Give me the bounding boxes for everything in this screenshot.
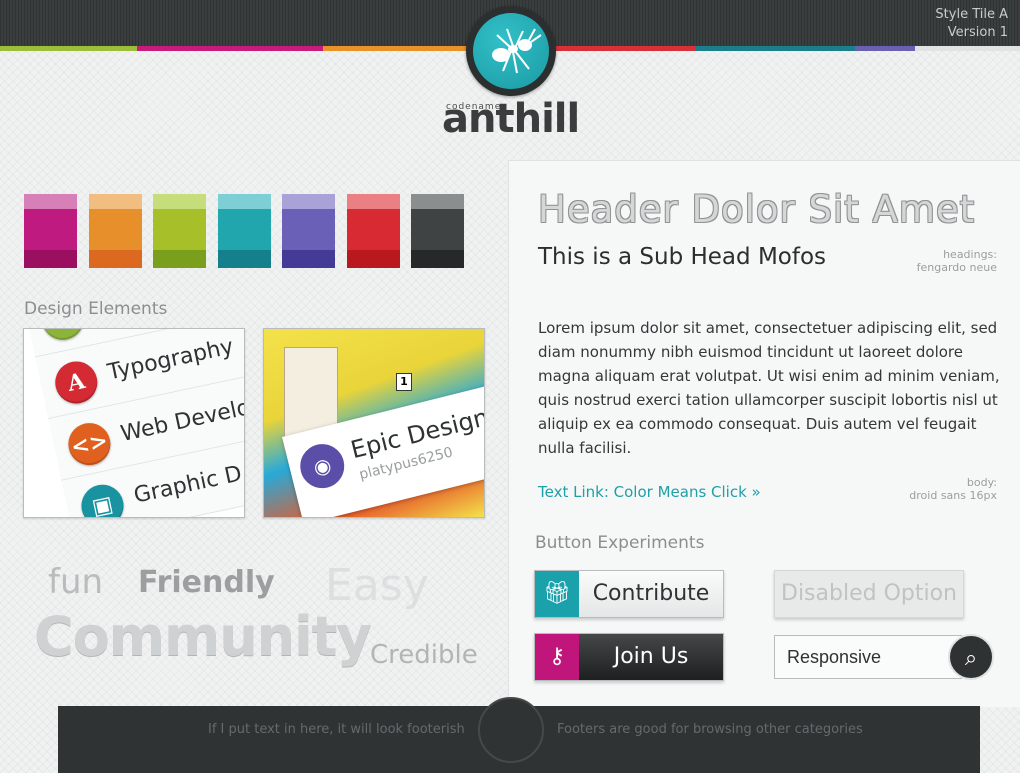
- tile-version: Version 1: [947, 25, 1008, 40]
- color-swatches: [24, 194, 476, 268]
- body-note-font: droid sans 16px: [909, 489, 997, 502]
- word-easy: Easy: [325, 560, 429, 611]
- typography-icon: A: [51, 357, 102, 408]
- swatch-shade: [346, 194, 400, 209]
- swatch-shade: [24, 194, 77, 209]
- word-friendly: Friendly: [138, 565, 275, 600]
- swatch-shade: [217, 194, 271, 209]
- headings-note: headings: fengardo neue: [917, 248, 997, 274]
- map-marker-badge: 1: [396, 373, 412, 391]
- swatch-shade: [282, 194, 335, 209]
- disabled-option-label: Disabled Option: [781, 581, 957, 606]
- swatch-shade: [282, 250, 335, 268]
- search-button[interactable]: ⌕: [948, 634, 994, 680]
- camera-icon: ◉: [295, 439, 349, 493]
- swatch-shade: [217, 250, 271, 268]
- button-experiments-title: Button Experiments: [535, 533, 705, 553]
- gift-icon: 🎁︎: [535, 571, 579, 617]
- color-swatch: [346, 194, 400, 268]
- menu-thumbnail: A Typography <> Web Develo ▣ Graphic D: [23, 328, 245, 518]
- menu-item-label: Graphic D: [131, 461, 245, 509]
- body-note-label: body:: [966, 476, 997, 489]
- contribute-label: Contribute: [592, 581, 710, 606]
- swatch-shade: [282, 209, 335, 250]
- color-swatch: [217, 194, 271, 268]
- word-credible: Credible: [370, 640, 478, 670]
- stripe-segment: [855, 46, 915, 51]
- stripe-segment: [553, 46, 695, 51]
- headings-note-font: fengardo neue: [916, 261, 997, 274]
- sample-text-link[interactable]: Text Link: Color Means Click »: [538, 483, 761, 501]
- color-swatch: [282, 194, 335, 268]
- footer-ant-icon[interactable]: [478, 697, 544, 763]
- swatch-shade: [153, 250, 206, 268]
- swatch-shade: [346, 250, 400, 268]
- contribute-button[interactable]: 🎁︎ Contribute: [534, 570, 724, 618]
- search-icon: ⌕: [964, 646, 978, 671]
- stripe-segment: [137, 46, 323, 51]
- swatch-shade: [153, 194, 206, 209]
- game-thumbnail: 1 ◉ Epic Design T platypus6250: [263, 328, 485, 518]
- style-tile-label: Style Tile A Version 1: [935, 6, 1008, 42]
- swatch-shade: [88, 209, 142, 250]
- sample-body-text: Lorem ipsum dolor sit amet, consectetuer…: [538, 319, 1000, 457]
- swatch-shade: [153, 209, 206, 250]
- color-swatch: [411, 194, 464, 268]
- swatch-shade: [346, 209, 400, 250]
- code-icon: <>: [64, 419, 115, 469]
- sample-header: Header Dolor Sit Amet: [538, 188, 976, 231]
- color-swatch: [153, 194, 206, 268]
- join-us-label: Join Us: [579, 634, 723, 680]
- tile-name: Style Tile A: [935, 7, 1008, 22]
- stripe-segment: [695, 46, 855, 51]
- disabled-option-button: Disabled Option: [774, 570, 964, 618]
- swatch-shade: [88, 194, 142, 209]
- word-community: Community: [34, 605, 372, 668]
- logo-badge[interactable]: [466, 6, 556, 96]
- ant-icon: [473, 13, 549, 89]
- stripe-segment: [915, 46, 1020, 51]
- join-us-button[interactable]: ⚷ Join Us: [534, 633, 724, 681]
- color-swatch: [24, 194, 77, 268]
- footer-text-left: If I put text in here, it will look foot…: [208, 722, 465, 737]
- swatch-shade: [411, 194, 464, 209]
- search-input[interactable]: [774, 635, 962, 679]
- sample-subhead: This is a Sub Head Mofos: [538, 244, 827, 270]
- body-note: body: droid sans 16px: [909, 476, 997, 502]
- swatch-shade: [411, 209, 464, 250]
- footer-text-right: Footers are good for browsing other cate…: [557, 722, 863, 737]
- swatch-shade: [24, 250, 77, 268]
- design-elements-title: Design Elements: [24, 299, 168, 319]
- logo-wordmark: anthill: [442, 96, 580, 142]
- headings-note-label: headings:: [943, 248, 997, 261]
- leaf-icon: [37, 329, 88, 344]
- word-fun: fun: [48, 562, 104, 602]
- swatch-shade: [88, 250, 142, 268]
- key-icon: ⚷: [535, 634, 579, 680]
- menu-item-label: Web Develo: [118, 395, 245, 447]
- swatch-shade: [411, 250, 464, 268]
- menu-item-label: Typography: [105, 334, 236, 386]
- stripe-segment: [0, 46, 137, 51]
- swatch-shade: [217, 209, 271, 250]
- swatch-shade: [24, 209, 77, 250]
- color-swatch: [88, 194, 142, 268]
- image-icon: ▣: [77, 480, 128, 517]
